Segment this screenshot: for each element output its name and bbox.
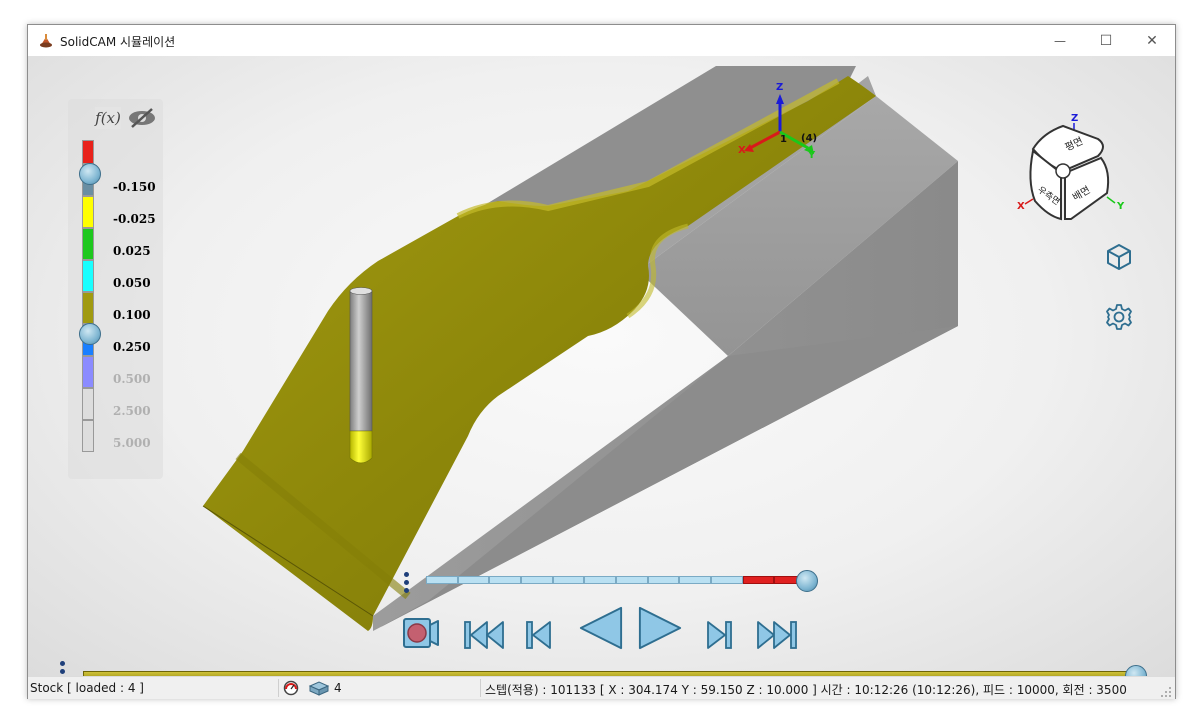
maximize-icon: ☐ [1099, 32, 1113, 49]
viewcube-y-label: Y [1116, 201, 1125, 212]
playback-segment [457, 576, 490, 584]
simulation-viewport[interactable]: Z X Y 1 (4) f(x) -0.150 -0.025 0.025 0.050 0… [28, 56, 1175, 676]
playback-slider-handle[interactable] [796, 570, 818, 592]
step-back-icon[interactable] [525, 612, 553, 658]
legend-level-label: 0.250 [113, 340, 151, 354]
playback-segment [742, 576, 775, 584]
gear-icon[interactable] [1104, 302, 1134, 332]
window-title: SolidCAM 시뮬레이션 [60, 35, 176, 49]
legend-swatch [82, 292, 94, 324]
view-cube[interactable]: Z 평면 우측면 배면 X Y [1003, 111, 1128, 231]
legend-swatch [82, 140, 94, 164]
playback-progress-bar[interactable] [426, 576, 806, 586]
skip-to-start-icon[interactable] [463, 612, 505, 658]
playbar-grip[interactable] [404, 572, 409, 593]
simulation-window: SolidCAM 시뮬레이션 — ☐ ✕ Z X Y 1 (4) f(x) -0… [27, 24, 1176, 699]
step-forward-icon[interactable] [705, 612, 733, 658]
fx-toggle-button[interactable]: f(x) [95, 107, 121, 129]
status-bar: Stock [ loaded : 4 ] 4 스텝(적용) : 101133 [… [28, 676, 1175, 699]
legend-level-label: -0.025 [113, 212, 156, 226]
deviation-legend: f(x) -0.150 -0.025 0.025 0.050 0.100 0.250 0.5… [68, 99, 163, 479]
cube-view-icon[interactable] [1104, 242, 1134, 272]
play-icon[interactable] [636, 605, 684, 651]
playback-segment [647, 576, 680, 584]
origin-position-label: (4) [801, 133, 817, 144]
legend-level-label: 0.050 [113, 276, 151, 290]
legend-level-label: 5.000 [113, 436, 151, 450]
title-bar[interactable]: SolidCAM 시뮬레이션 — ☐ ✕ [28, 25, 1175, 56]
tool-stock-icon[interactable] [308, 680, 330, 696]
legend-level-label: -0.150 [113, 180, 156, 194]
play-reverse-icon[interactable] [577, 605, 625, 651]
legend-level-label: 0.100 [113, 308, 151, 322]
tool-shank [349, 290, 373, 432]
tool-count: 4 [334, 681, 342, 695]
legend-upper-handle[interactable] [79, 163, 101, 185]
skip-to-end-icon[interactable] [756, 612, 798, 658]
stock-status: Stock [ loaded : 4 ] [30, 681, 144, 695]
step-info: 스텝(적용) : 101133 [ X : 304.174 Y : 59.150… [485, 683, 1127, 697]
eye-slash-icon[interactable] [126, 107, 158, 129]
playback-segment [616, 576, 648, 584]
viewcube-z-label: Z [1071, 113, 1078, 124]
close-button[interactable]: ✕ [1129, 25, 1175, 56]
legend-level-label: 2.500 [113, 404, 151, 418]
maximize-button[interactable]: ☐ [1083, 25, 1129, 56]
tool-top [349, 287, 373, 295]
main-slider-grip[interactable] [60, 661, 65, 676]
legend-lower-handle[interactable] [79, 323, 101, 345]
playback-segment [584, 576, 616, 584]
minimize-icon: — [1054, 33, 1066, 48]
tool-cutter [349, 430, 373, 464]
legend-level-label: 0.500 [113, 372, 151, 386]
legend-swatch [82, 228, 94, 260]
legend-swatch [82, 356, 94, 388]
close-icon: ✕ [1146, 32, 1158, 49]
record-icon[interactable] [402, 610, 440, 656]
triad-x-label: X [738, 145, 746, 156]
playback-segment [426, 576, 458, 584]
triad-z-label: Z [776, 82, 783, 93]
playback-segment [489, 576, 521, 584]
playback-segment [521, 576, 553, 584]
playback-segment [679, 576, 711, 584]
triad-y-label: Y [807, 150, 816, 161]
minimize-button[interactable]: — [1037, 25, 1083, 56]
playback-segment [552, 576, 585, 584]
origin-number-label: 1 [780, 134, 787, 145]
playback-segment [711, 576, 743, 584]
viewcube-x-label: X [1017, 201, 1025, 212]
legend-level-label: 0.025 [113, 244, 151, 258]
legend-swatch [82, 196, 94, 228]
legend-swatch [82, 420, 94, 452]
legend-swatch [82, 260, 94, 292]
solidcam-app-icon [40, 34, 52, 48]
legend-swatch [82, 388, 94, 420]
resize-grip-icon[interactable] [1160, 686, 1172, 698]
speed-gauge-icon[interactable] [282, 680, 300, 696]
